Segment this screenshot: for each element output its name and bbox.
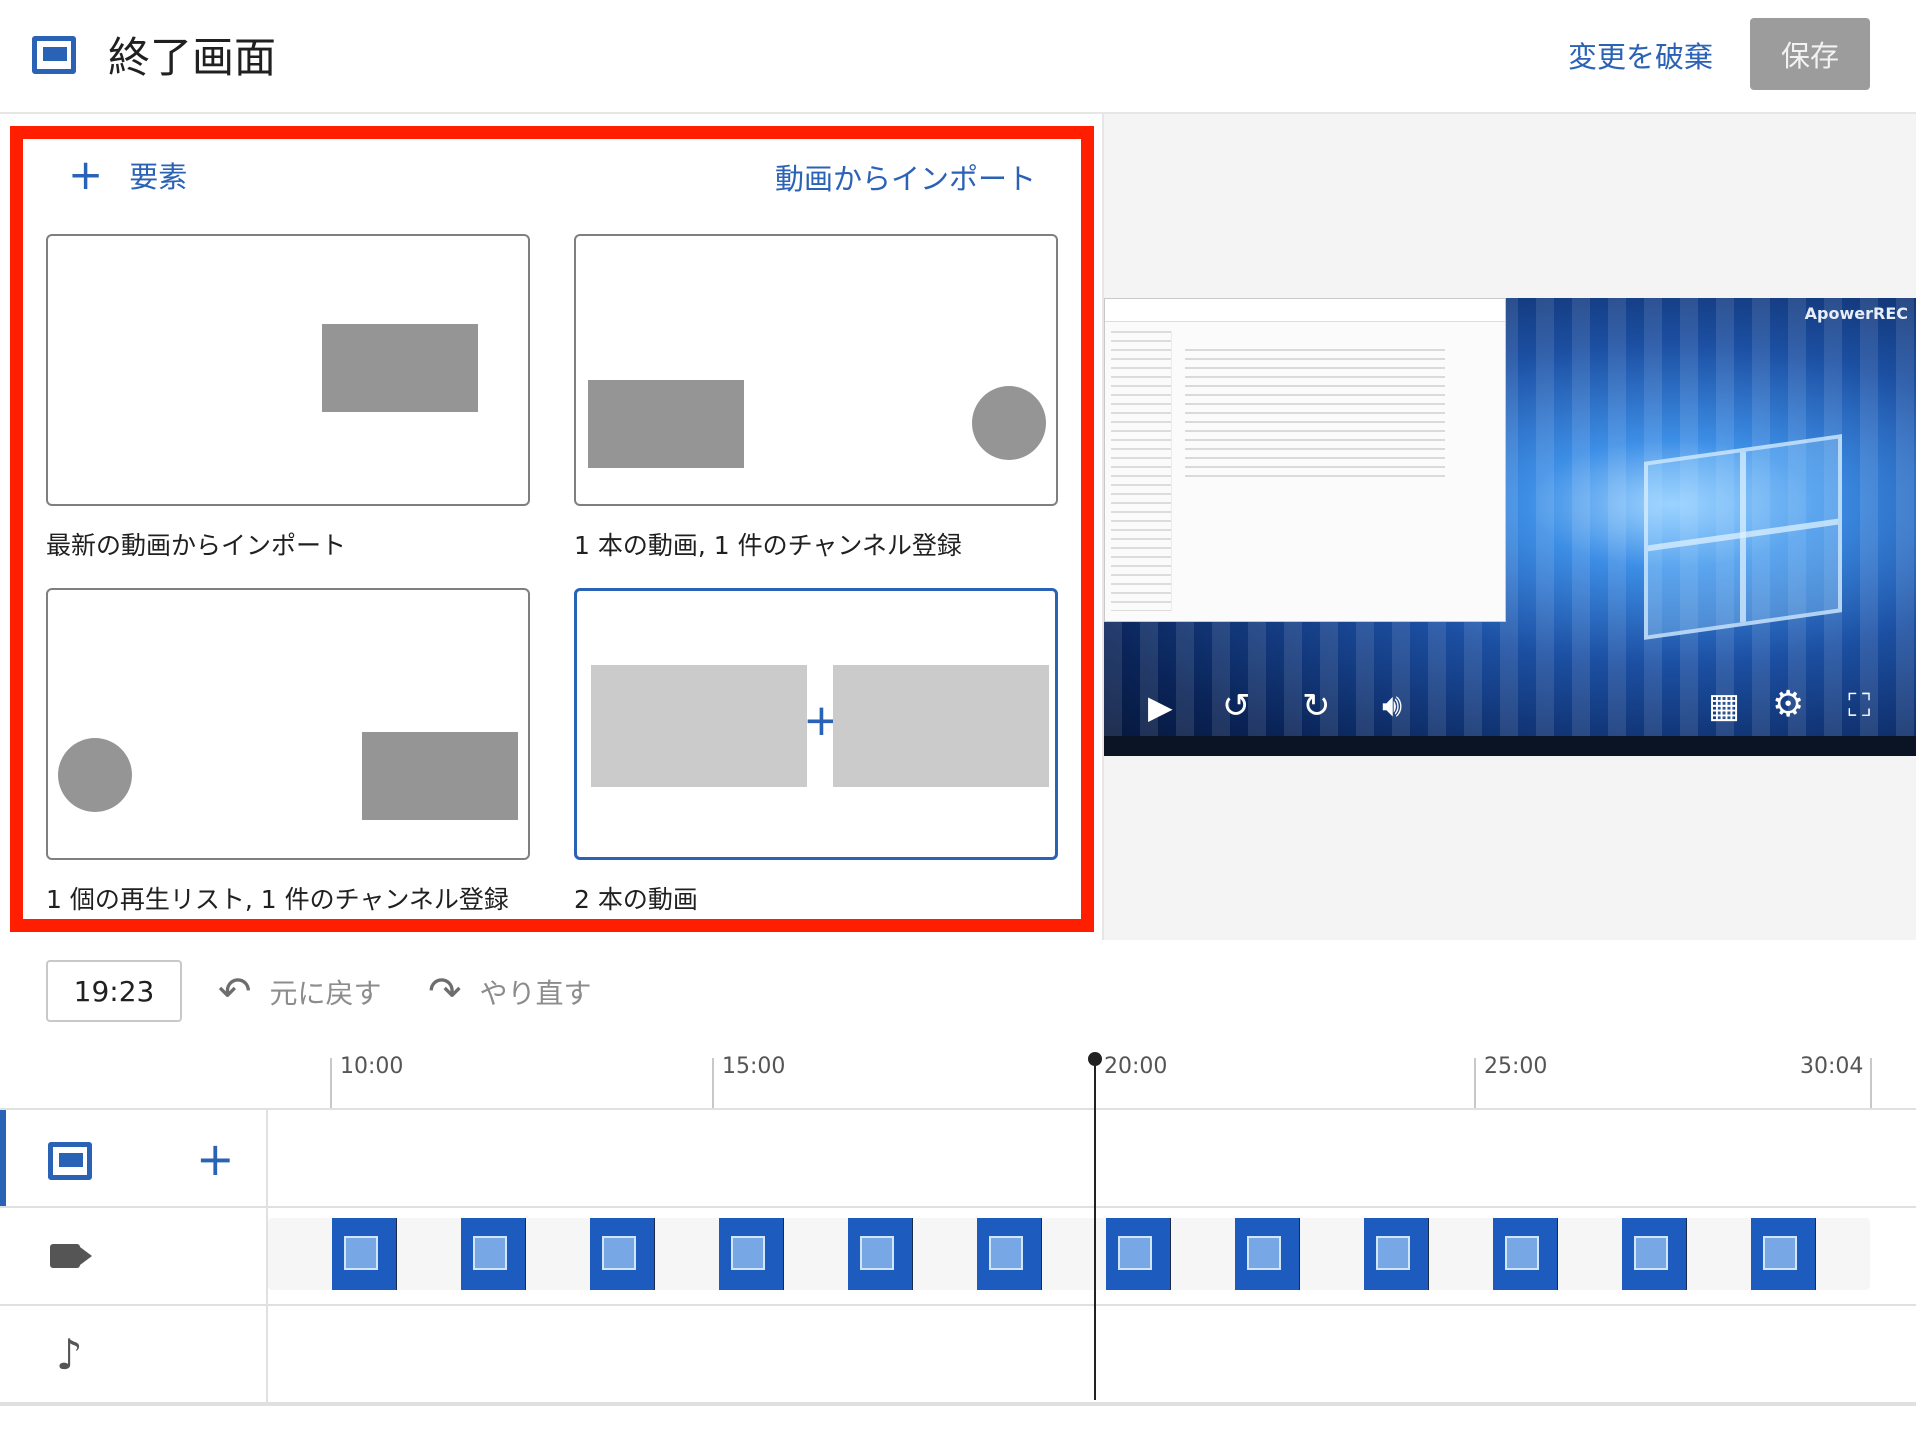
rewind-10-icon[interactable]: ↺ [1222,686,1251,726]
fullscreen-icon[interactable]: ⛶ [1848,686,1870,725]
active-track-indicator [0,1110,6,1206]
video-player[interactable]: ApowerREC ▶ ↺ ↻ 🔊︎ ▦ ⚙ ⛶ [1104,298,1916,756]
ruler-label: 10:00 [340,1054,404,1079]
player-controls: ▶ ↺ ↻ 🔊︎ ▦ ⚙ ⛶ [1104,678,1916,740]
filmstrip-frame [655,1218,784,1290]
playhead-handle[interactable] [1088,1052,1102,1066]
ruler-tick [1474,1058,1476,1108]
redo-icon: ↷ [428,969,462,1015]
undo-icon: ↶ [218,969,252,1015]
play-icon[interactable]: ▶ [1148,688,1173,726]
discard-changes-button[interactable]: 変更を破棄 [1568,34,1713,76]
undo-label: 元に戻す [269,977,382,1010]
explorer-window [1104,298,1506,622]
page-title: 終了画面 [108,33,277,82]
filmstrip-frame [913,1218,1042,1290]
forward-10-icon[interactable]: ↻ [1302,686,1331,726]
add-endscreen-element-button[interactable]: + [196,1132,235,1186]
volume-icon[interactable]: 🔊︎ [1382,686,1402,725]
watermark: ApowerREC [1804,304,1908,323]
current-time-field[interactable]: 19:23 [46,960,182,1022]
taskbar [1104,736,1916,756]
ruler-label: 20:00 [1104,1054,1168,1079]
filmstrip-frame [526,1218,655,1290]
music-icon: ♪ [56,1330,83,1379]
audio-track[interactable] [0,1306,1916,1404]
ruler-label: 30:04 [1800,1054,1864,1079]
redo-button[interactable]: ↷ やり直す [428,972,592,1012]
endscreen-icon [48,1142,92,1180]
ruler-tick [330,1058,332,1108]
save-button[interactable]: 保存 [1750,18,1870,90]
endscreen-icon [32,36,76,74]
ruler-label: 15:00 [722,1054,786,1079]
filmstrip-frame [1042,1218,1171,1290]
filmstrip-frame [1171,1218,1300,1290]
redo-label: やり直す [479,977,592,1010]
filmstrip-frame [1687,1218,1816,1290]
grid-icon[interactable]: ▦ [1708,686,1740,726]
timeline-bottom-border [0,1404,1916,1406]
ruler-label: 25:00 [1484,1054,1548,1079]
filmstrip-frame [268,1218,397,1290]
filmstrip-frame [1300,1218,1429,1290]
filmstrip-frame [784,1218,913,1290]
ruler-tick [712,1058,714,1108]
ruler-tick [1870,1058,1872,1108]
filmstrip-frame [1429,1218,1558,1290]
highlight-frame [10,126,1094,932]
camera-icon [50,1244,92,1268]
playhead[interactable] [1094,1058,1096,1400]
filmstrip-frame [1816,1218,1870,1290]
filmstrip-frame [397,1218,526,1290]
windows-logo [1644,434,1842,640]
filmstrip-frame [1558,1218,1687,1290]
settings-icon[interactable]: ⚙ [1772,684,1804,725]
video-filmstrip[interactable] [268,1218,1870,1290]
endscreen-track[interactable] [0,1110,1916,1208]
undo-button[interactable]: ↶ 元に戻す [218,972,382,1012]
